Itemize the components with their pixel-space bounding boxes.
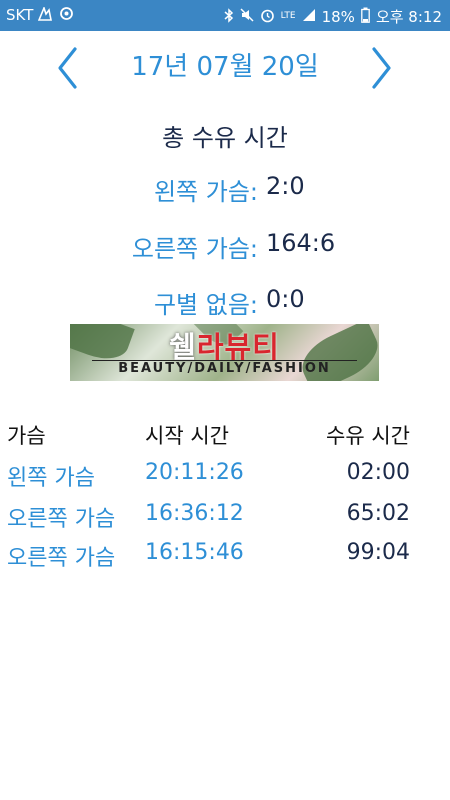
log-row[interactable]: 왼쪽 가슴 20:11:26 02:00 — [0, 460, 450, 500]
log-row[interactable]: 오른쪽 가슴 16:36:12 65:02 — [0, 501, 450, 541]
network-type: LTE — [280, 11, 296, 21]
signal-icon — [302, 8, 316, 25]
bluetooth-icon — [224, 7, 234, 26]
unspecified-label: 구별 없음: — [153, 291, 258, 319]
status-bar: SKT LTE 18% 오후 8:12 — [0, 0, 450, 31]
alarm-icon — [260, 8, 275, 26]
log-side: 오른쪽 가슴 — [7, 546, 116, 571]
next-day-button[interactable] — [362, 40, 402, 96]
log-table-header: 가슴 시작 시간 수유 시간 — [0, 420, 450, 454]
ad-brand-prefix: 쉘 — [169, 330, 197, 364]
header-duration: 수유 시간 — [326, 424, 410, 448]
right-breast-value: 164:6 — [266, 229, 336, 257]
log-start-time: 20:11:26 — [145, 460, 244, 485]
date-navigation: 17년 07월 20일 — [0, 40, 450, 96]
right-breast-total: 오른쪽 가슴: 164:6 — [0, 229, 450, 269]
ad-tagline: BEAUTY/DAILY/FASHION — [118, 361, 331, 376]
log-side: 오른쪽 가슴 — [7, 507, 116, 532]
mute-icon — [240, 8, 254, 25]
left-breast-total: 왼쪽 가슴: 2:0 — [0, 172, 450, 212]
log-start-time: 16:15:46 — [145, 540, 244, 565]
total-feeding-title: 총 수유 시간 — [162, 124, 288, 152]
log-duration: 99:04 — [346, 540, 410, 565]
log-side: 왼쪽 가슴 — [7, 466, 95, 491]
left-breast-value: 2:0 — [266, 172, 305, 200]
unspecified-value: 0:0 — [266, 285, 305, 313]
log-duration: 65:02 — [346, 501, 410, 526]
unspecified-total: 구별 없음: 0:0 — [0, 285, 450, 325]
header-side: 가슴 — [7, 424, 46, 448]
ad-banner[interactable]: 쉘라뷰티 BEAUTY/DAILY/FASHION — [70, 324, 379, 381]
chevron-right-icon — [372, 47, 391, 89]
signal-boost-icon — [38, 5, 54, 24]
battery-percent: 18% — [321, 7, 355, 26]
clock-time: 오후 8:12 — [375, 8, 442, 26]
status-left: SKT — [6, 5, 74, 24]
log-duration: 02:00 — [346, 460, 410, 485]
status-right: LTE 18% 오후 8:12 — [224, 6, 442, 27]
sync-icon — [59, 6, 74, 24]
log-start-time: 16:36:12 — [145, 501, 244, 526]
header-start-time: 시작 시간 — [145, 424, 229, 448]
carrier-label: SKT — [6, 6, 34, 24]
right-breast-label: 오른쪽 가슴: — [131, 235, 258, 263]
battery-icon — [361, 7, 370, 26]
log-row[interactable]: 오른쪽 가슴 16:15:46 99:04 — [0, 540, 450, 580]
ad-brand-name: 라뷰티 — [196, 330, 280, 364]
left-breast-label: 왼쪽 가슴: — [153, 178, 258, 206]
